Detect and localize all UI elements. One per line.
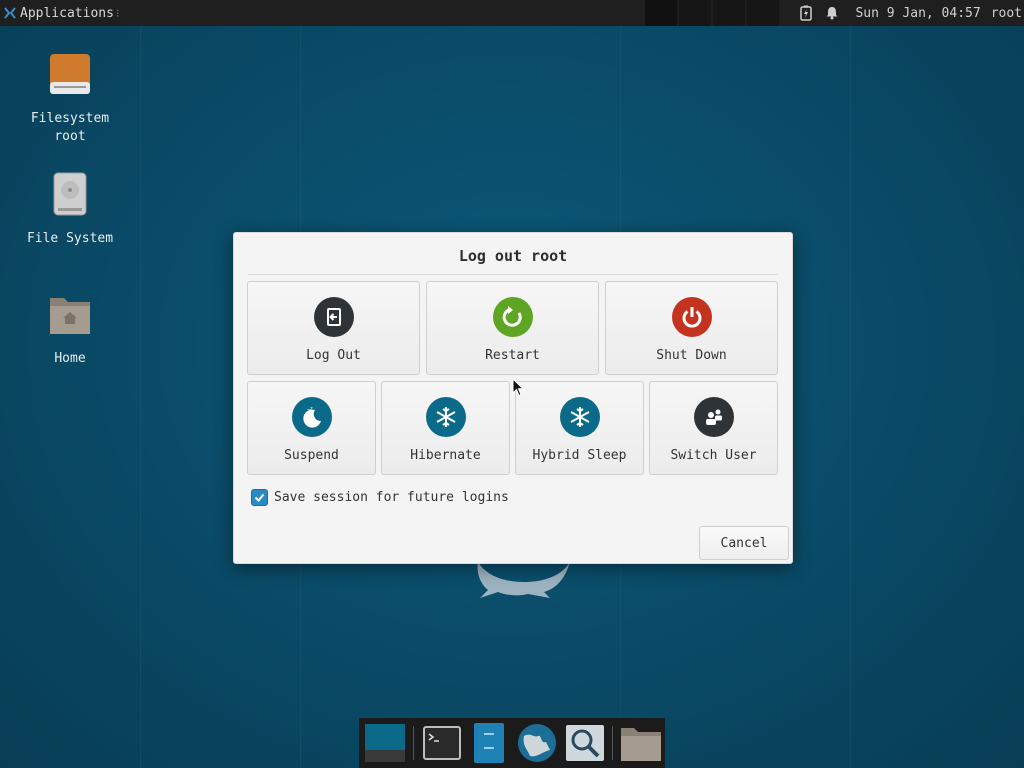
folder-launcher[interactable] — [619, 721, 663, 765]
action-label: Shut Down — [656, 348, 727, 363]
home-folder-icon — [50, 298, 90, 334]
action-label: Switch User — [670, 448, 757, 463]
save-session-row[interactable]: Save session for future logins — [251, 489, 509, 506]
shut-down-button[interactable]: Shut Down — [605, 281, 778, 375]
save-session-checkbox[interactable] — [251, 489, 268, 506]
svg-text:z: z — [310, 406, 313, 412]
desktop-icon-label-line2: root — [54, 129, 86, 144]
dialog-title: Log out root — [458, 247, 568, 265]
snowflake-icon — [559, 397, 600, 437]
app-finder-launcher[interactable] — [563, 721, 607, 765]
show-desktop-button[interactable] — [363, 721, 407, 765]
xfce-logo-icon — [4, 7, 16, 19]
save-session-label: Save session for future logins — [274, 490, 509, 505]
applications-label: Applications — [20, 5, 114, 21]
workspace-4[interactable] — [747, 0, 780, 26]
desktop-icon-label: Home — [54, 351, 86, 366]
action-label: Hibernate — [410, 448, 481, 463]
mouse-cursor-icon — [512, 378, 524, 397]
applications-menu-button[interactable]: Applications ⁝ — [0, 0, 119, 26]
workspace-3[interactable] — [713, 0, 746, 26]
battery-icon[interactable] — [799, 5, 813, 21]
panel-handle-icon: ⁝ — [115, 6, 120, 20]
hard-drive-icon — [50, 54, 90, 94]
users-icon — [693, 397, 734, 437]
action-label: Restart — [485, 348, 540, 363]
user-menu[interactable]: root — [991, 6, 1022, 21]
workspace-2[interactable] — [679, 0, 712, 26]
restart-icon — [492, 297, 533, 337]
switch-user-button[interactable]: Switch User — [649, 381, 778, 475]
file-manager-launcher[interactable] — [467, 721, 511, 765]
logout-dialog: Log out root Log Out Restart Shut Down z… — [233, 232, 793, 564]
notification-bell-icon[interactable] — [825, 5, 839, 21]
action-label: Hybrid Sleep — [532, 448, 627, 463]
logout-button[interactable]: Log Out — [247, 281, 420, 375]
hybrid-sleep-button[interactable]: Hybrid Sleep — [515, 381, 644, 475]
dock-separator — [412, 726, 414, 760]
cancel-button[interactable]: Cancel — [699, 526, 789, 560]
web-browser-launcher[interactable] — [515, 721, 559, 765]
checkmark-icon — [254, 493, 265, 502]
workspace-1[interactable] — [645, 0, 678, 26]
terminal-icon — [422, 726, 461, 760]
logout-icon — [313, 297, 354, 337]
title-divider — [248, 274, 778, 275]
hibernate-button[interactable]: Hibernate — [381, 381, 510, 475]
clock[interactable]: Sun 9 Jan, 04:57 — [855, 6, 980, 21]
folder-icon — [621, 728, 662, 761]
restart-button[interactable]: Restart — [426, 281, 599, 375]
suspend-button[interactable]: z z Suspend — [247, 381, 376, 475]
desktop-icon — [364, 724, 405, 762]
dock-separator — [612, 726, 614, 760]
desktop-icon-file-system[interactable]: File System — [20, 170, 120, 248]
web-browser-icon — [517, 724, 556, 762]
app-finder-icon — [565, 725, 604, 761]
moon-sleep-icon: z z — [291, 397, 332, 437]
desktop-icon-label: Filesystem — [30, 111, 110, 126]
snowflake-icon — [425, 397, 466, 437]
desktop-icon-filesystem-root[interactable]: Filesystem root — [20, 50, 120, 146]
action-label: Log Out — [306, 348, 361, 363]
disk-icon — [53, 172, 87, 216]
action-label: Suspend — [284, 448, 339, 463]
terminal-launcher[interactable] — [420, 721, 464, 765]
power-icon — [671, 297, 712, 337]
file-manager-icon — [474, 723, 505, 763]
top-panel: Applications ⁝ Sun 9 Jan, 04:57 root — [0, 0, 1024, 26]
desktop-icon-label: File System — [26, 231, 114, 246]
dock — [359, 718, 665, 768]
desktop-icon-home[interactable]: Home — [20, 290, 120, 368]
